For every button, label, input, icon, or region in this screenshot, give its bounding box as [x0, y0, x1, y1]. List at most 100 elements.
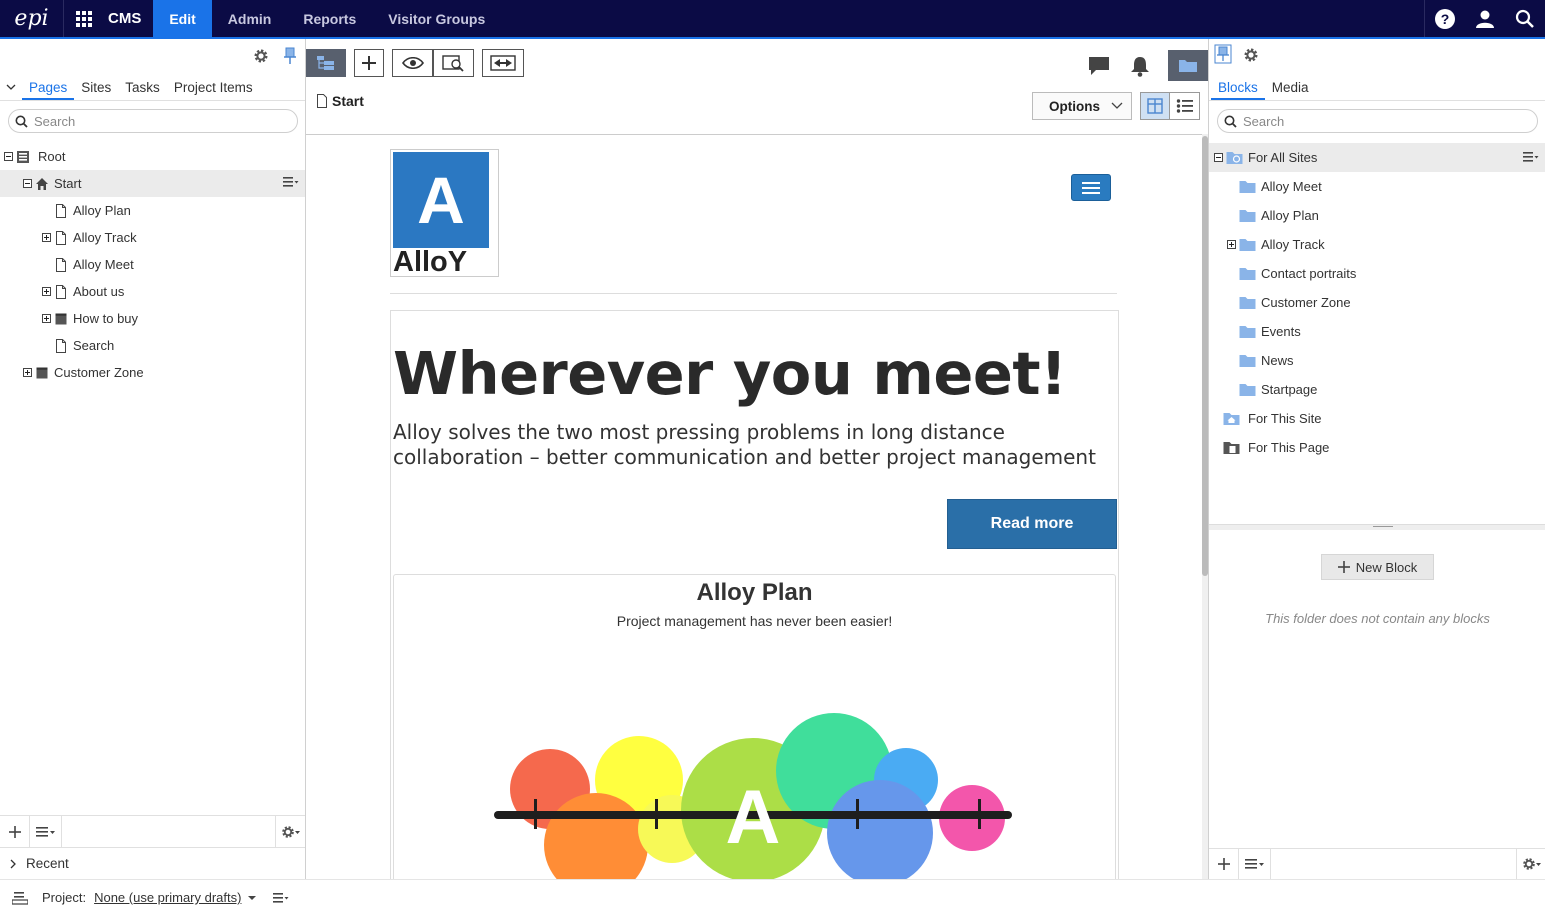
menu-hamburger-button[interactable] — [1071, 174, 1111, 201]
folder-startpage[interactable]: Startpage — [1209, 375, 1545, 404]
create-new-button[interactable] — [354, 49, 384, 77]
options-dropdown[interactable]: Options — [1032, 92, 1132, 120]
expand-toggle[interactable] — [23, 368, 32, 377]
hero-text[interactable]: Alloy solves the two most pressing probl… — [393, 420, 1113, 470]
context-menu-icon[interactable] — [1523, 151, 1539, 163]
tree-node-label: Alloy Meet — [73, 257, 134, 272]
compare-button[interactable] — [482, 49, 524, 77]
tree-node-start[interactable]: Start — [0, 170, 305, 197]
list-menu-icon[interactable] — [1239, 848, 1271, 880]
folder-for-this-site[interactable]: For This Site — [1209, 404, 1545, 433]
tree-node-alloy-plan[interactable]: Alloy Plan — [0, 197, 305, 224]
collapse-toggle[interactable] — [4, 152, 13, 161]
folder-alloy-track[interactable]: Alloy Track — [1209, 230, 1545, 259]
tree-node-about-us[interactable]: About us — [0, 278, 305, 305]
collapse-chevron-icon[interactable] — [6, 74, 22, 100]
nav-admin[interactable]: Admin — [212, 0, 288, 37]
tab-media[interactable]: Media — [1265, 80, 1316, 100]
pane-splitter[interactable] — [1209, 524, 1545, 530]
expand-toggle[interactable] — [42, 314, 51, 323]
tree-node-alloy-meet[interactable]: Alloy Meet — [0, 251, 305, 278]
chevron-down-icon[interactable] — [247, 894, 257, 902]
folder-icon — [1239, 383, 1256, 396]
block-search-box — [1217, 109, 1538, 133]
project-selector[interactable]: None (use primary drafts) — [94, 890, 241, 905]
folder-for-this-page[interactable]: For This Page — [1209, 433, 1545, 462]
nav-visitor-groups[interactable]: Visitor Groups — [372, 0, 501, 37]
site-preview: A AlloY Wherever you meet! Alloy solves … — [306, 134, 1208, 879]
preview-button[interactable] — [392, 49, 433, 77]
folder-customer-zone[interactable]: Customer Zone — [1209, 288, 1545, 317]
view-settings-button[interactable] — [433, 49, 474, 77]
device-preview-icon — [441, 55, 464, 72]
project-menu-icon[interactable] — [273, 892, 289, 904]
top-navigation-bar: epi CMS Edit Admin Reports Visitor Group… — [0, 0, 1545, 39]
tab-tasks[interactable]: Tasks — [118, 80, 167, 100]
recent-section[interactable]: Recent — [0, 847, 305, 879]
page-icon — [56, 230, 66, 245]
folder-alloy-meet[interactable]: Alloy Meet — [1209, 172, 1545, 201]
all-properties-view-button[interactable] — [1170, 93, 1199, 119]
tree-settings-gear-icon[interactable] — [275, 816, 305, 847]
navigation-tabs: Pages Sites Tasks Project Items — [0, 73, 305, 101]
svg-text:?: ? — [1441, 11, 1450, 27]
expand-toggle[interactable] — [1227, 240, 1236, 249]
folder-news[interactable]: News — [1209, 346, 1545, 375]
collapse-toggle[interactable] — [23, 179, 32, 188]
teaser-block-alloy-plan[interactable]: A Alloy Plan Project management has neve… — [393, 574, 1116, 879]
tab-pages[interactable]: Pages — [22, 80, 75, 100]
teaser-title: Alloy Plan — [696, 579, 813, 606]
folder-contact-portraits[interactable]: Contact portraits — [1209, 259, 1545, 288]
hero-heading[interactable]: Wherever you meet! — [393, 339, 1067, 408]
tab-sites[interactable]: Sites — [74, 80, 118, 100]
logo-mark: A — [393, 152, 489, 248]
folder-for-all-sites[interactable]: For All Sites — [1209, 143, 1545, 172]
tree-node-root[interactable]: Root — [0, 143, 305, 170]
list-menu-icon[interactable] — [30, 816, 62, 847]
nav-edit[interactable]: Edit — [153, 0, 212, 37]
block-settings-gear-icon[interactable] — [1516, 848, 1545, 880]
page-icon — [317, 94, 327, 108]
expand-toggle[interactable] — [42, 233, 51, 242]
epi-logo[interactable]: epi — [0, 0, 64, 37]
add-block-button[interactable] — [1209, 848, 1239, 880]
tree-node-search[interactable]: Search — [0, 332, 305, 359]
user-icon[interactable] — [1465, 0, 1505, 37]
page-search-input[interactable] — [34, 113, 260, 129]
pin-icon[interactable] — [1214, 44, 1232, 64]
folder-events[interactable]: Events — [1209, 317, 1545, 346]
on-page-edit-view-button[interactable] — [1141, 93, 1170, 119]
tree-node-customer-zone[interactable]: Customer Zone — [0, 359, 305, 386]
new-block-button[interactable]: New Block — [1321, 554, 1434, 580]
breadcrumb: Start — [316, 93, 364, 109]
collapse-toggle[interactable] — [1214, 153, 1223, 162]
help-icon[interactable]: ? — [1425, 0, 1465, 37]
nav-reports[interactable]: Reports — [287, 0, 372, 37]
pin-icon[interactable] — [283, 47, 297, 65]
tab-blocks[interactable]: Blocks — [1211, 80, 1265, 100]
toggle-assets-pane-button[interactable] — [1168, 50, 1208, 81]
toggle-navigation-pane-button[interactable] — [306, 49, 346, 77]
expand-toggle[interactable] — [42, 287, 51, 296]
tree-node-alloy-track[interactable]: Alloy Track — [0, 224, 305, 251]
splitter-grip[interactable] — [1373, 526, 1393, 527]
folder-icon — [1239, 180, 1256, 193]
product-name: CMS — [108, 10, 142, 27]
comments-icon[interactable] — [1088, 56, 1110, 76]
notifications-bell-icon[interactable] — [1130, 56, 1150, 77]
svg-text:A: A — [726, 775, 781, 860]
add-page-button[interactable] — [0, 816, 30, 847]
tree-node-how-to-buy[interactable]: How to buy — [0, 305, 305, 332]
context-menu-icon[interactable] — [283, 176, 299, 188]
search-icon[interactable] — [1505, 0, 1545, 37]
app-switcher-icon[interactable] — [64, 0, 104, 37]
site-logo[interactable]: A AlloY — [390, 149, 499, 278]
jumbotron-block[interactable]: Wherever you meet! Alloy solves the two … — [390, 310, 1119, 879]
pane-settings-gear-icon[interactable] — [1243, 47, 1259, 63]
read-more-button[interactable]: Read more — [947, 499, 1117, 549]
pane-settings-gear-icon[interactable] — [253, 48, 269, 64]
block-search-input[interactable] — [1243, 113, 1494, 129]
folder-icon — [1239, 209, 1256, 222]
folder-alloy-plan[interactable]: Alloy Plan — [1209, 201, 1545, 230]
tab-project-items[interactable]: Project Items — [167, 80, 260, 100]
